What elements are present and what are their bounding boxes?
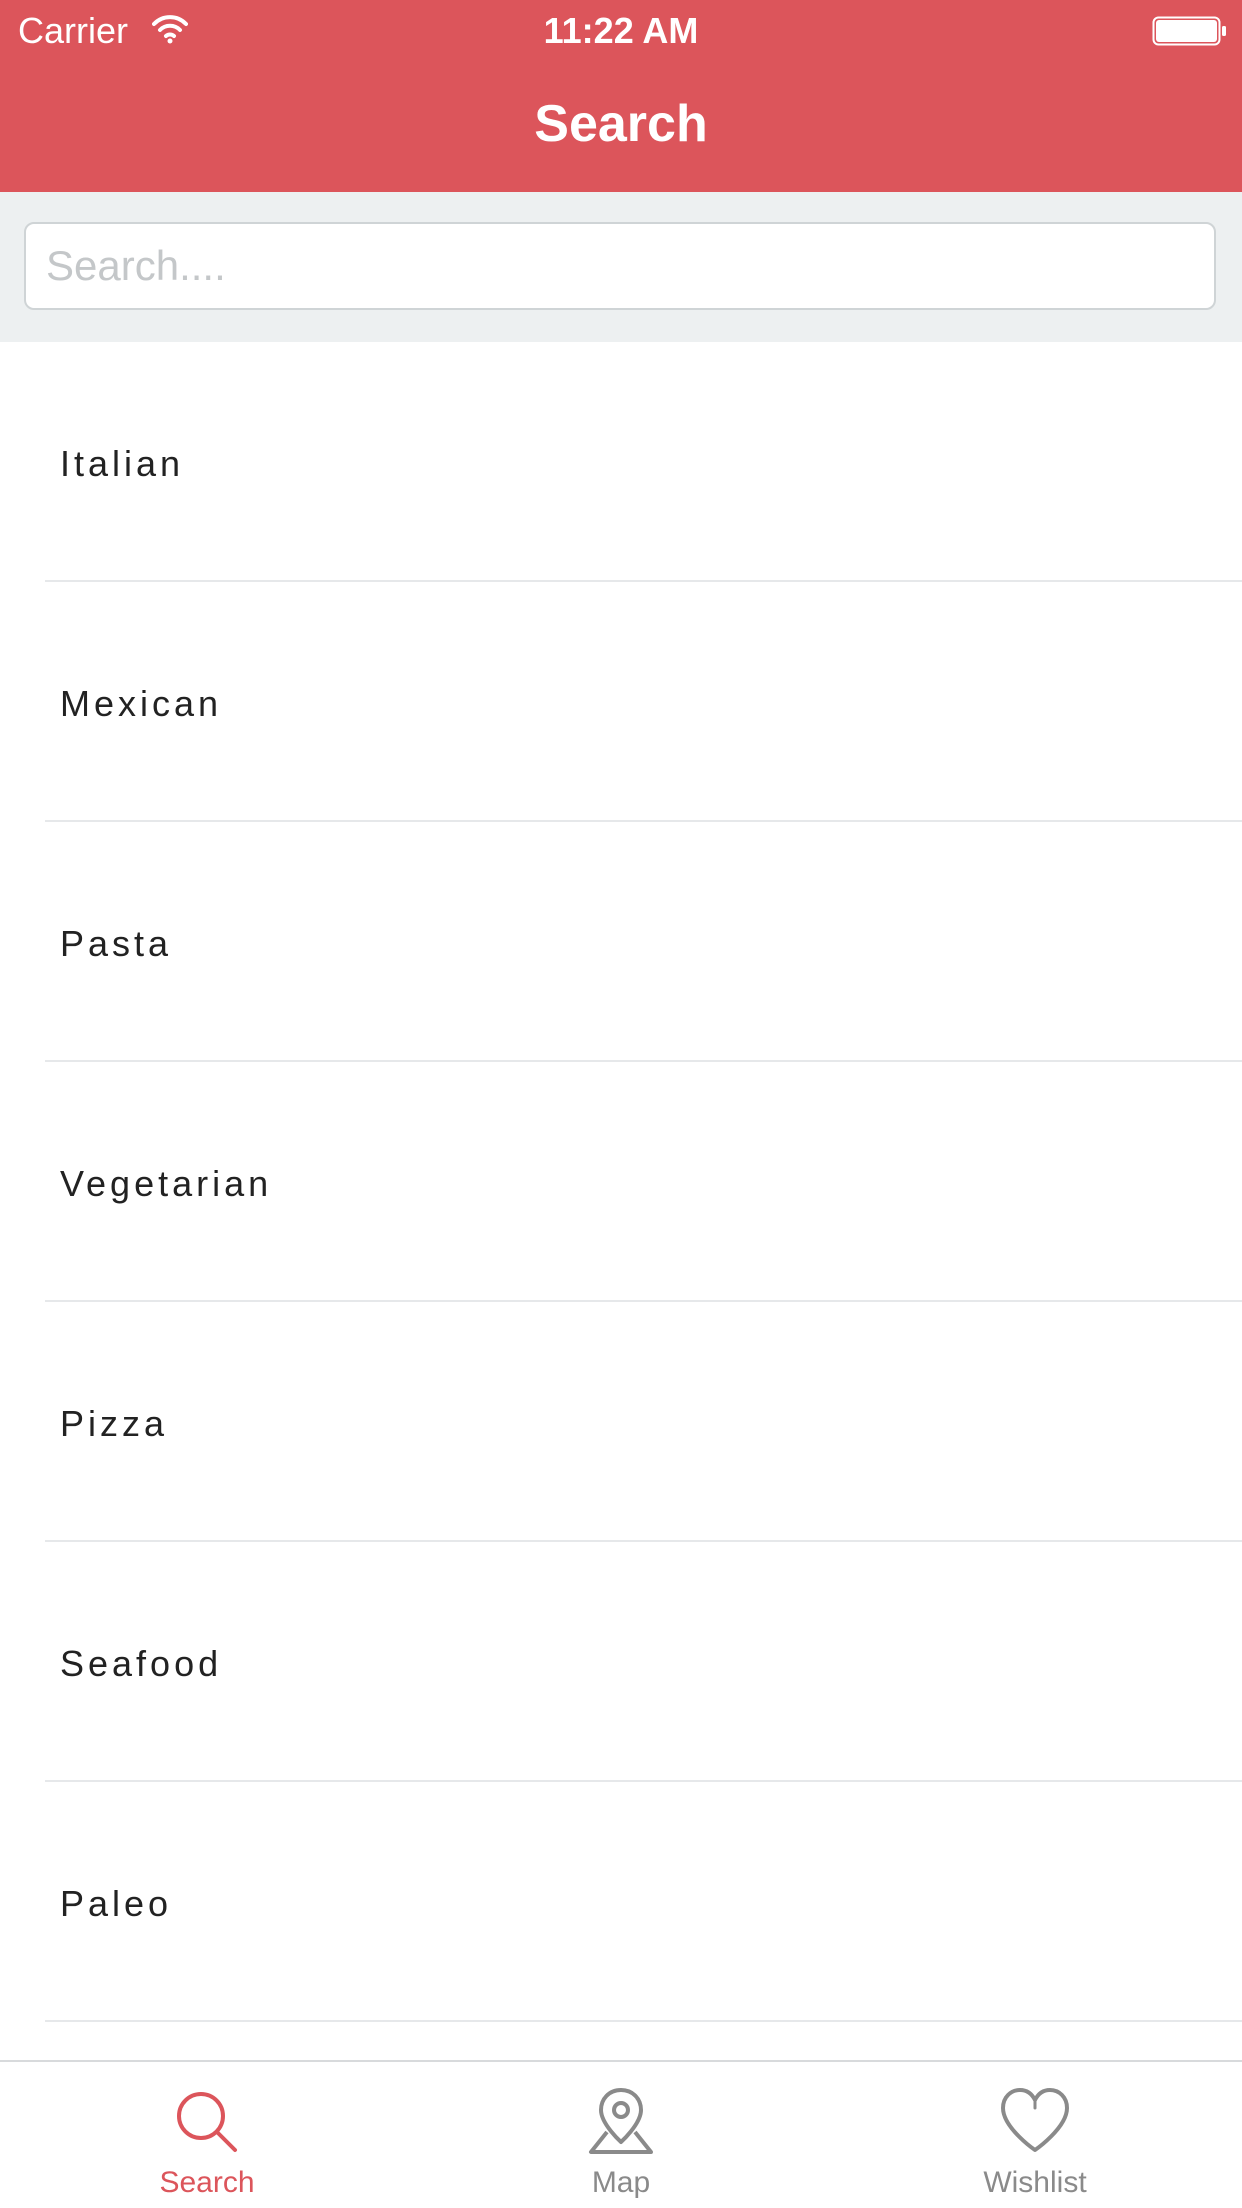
header: Carrier 11:22 AM Search: [0, 0, 1242, 192]
list-item-label: Paleo: [60, 1883, 173, 1924]
search-input[interactable]: [24, 222, 1216, 310]
list-item-italian[interactable]: Italian: [0, 342, 1242, 582]
status-bar: Carrier 11:22 AM: [0, 0, 1242, 62]
list-item-label: Mexican: [60, 683, 223, 724]
list-item-label: Seafood: [60, 1643, 223, 1684]
list-item-seafood[interactable]: Seafood: [0, 1542, 1242, 1782]
list-item-label: Italian: [60, 443, 185, 484]
tab-search[interactable]: Search: [0, 2062, 414, 2208]
page-title: Search: [534, 95, 708, 153]
list-item-label: Pizza: [60, 1403, 169, 1444]
list-item-vegetarian[interactable]: Vegetarian: [0, 1062, 1242, 1302]
list-item-label: Pasta: [60, 923, 173, 964]
list-item-paleo[interactable]: Paleo: [0, 1782, 1242, 2022]
search-bar-container: [0, 192, 1242, 342]
status-time: 11:22 AM: [543, 10, 699, 51]
tab-bar: Search Map Wishlist: [0, 2060, 1242, 2208]
search-icon: [177, 2092, 237, 2152]
screen: Carrier 11:22 AM Search Italian Mexican: [0, 0, 1242, 2208]
list-item-pasta[interactable]: Pasta: [0, 822, 1242, 1062]
divider: [45, 2020, 1242, 2022]
list-item-mexican[interactable]: Mexican: [0, 582, 1242, 822]
heart-icon: [1001, 2088, 1069, 2152]
tab-label: Map: [591, 2166, 651, 2199]
tab-label: Search: [159, 2166, 255, 2199]
tab-wishlist[interactable]: Wishlist: [828, 2062, 1242, 2208]
category-list: Italian Mexican Pasta Vegetarian Pizza S…: [0, 342, 1242, 2060]
tab-map[interactable]: Map: [414, 2062, 828, 2208]
battery-icon: [1152, 16, 1226, 46]
list-item-label: Vegetarian: [60, 1163, 273, 1204]
tab-label: Wishlist: [983, 2166, 1087, 2199]
map-pin-icon: [589, 2088, 653, 2154]
list-item-pizza[interactable]: Pizza: [0, 1302, 1242, 1542]
